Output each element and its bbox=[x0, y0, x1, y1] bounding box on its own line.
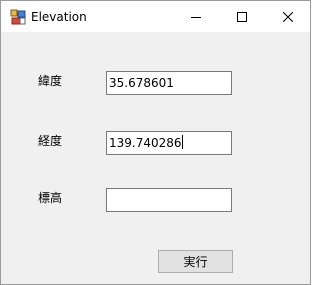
form-client-area: 緯度 35.678601 経度 139.740286 標高 実行 bbox=[1, 32, 310, 284]
maximize-icon bbox=[237, 11, 247, 22]
latitude-field[interactable]: 35.678601 bbox=[106, 71, 232, 95]
close-button[interactable] bbox=[265, 1, 311, 32]
elevation-field[interactable] bbox=[106, 188, 232, 212]
app-icon bbox=[10, 9, 26, 25]
longitude-label: 経度 bbox=[38, 134, 63, 148]
close-icon bbox=[283, 11, 293, 22]
minimize-button[interactable] bbox=[173, 1, 219, 32]
elevation-label: 標高 bbox=[38, 191, 63, 205]
app-window: Elevation 緯度 35.678601 経度 139.740286 標高 … bbox=[0, 0, 311, 285]
execute-button[interactable]: 実行 bbox=[158, 250, 233, 273]
execute-button-label: 実行 bbox=[183, 255, 208, 269]
minimize-icon bbox=[191, 16, 201, 18]
title-bar[interactable]: Elevation bbox=[1, 1, 310, 32]
window-title: Elevation bbox=[31, 10, 87, 24]
latitude-value: 35.678601 bbox=[109, 76, 174, 90]
longitude-value: 139.740286 bbox=[109, 136, 182, 150]
maximize-button[interactable] bbox=[219, 1, 265, 32]
latitude-label: 緯度 bbox=[38, 74, 63, 88]
longitude-field[interactable]: 139.740286 bbox=[106, 131, 232, 155]
text-caret bbox=[181, 135, 183, 149]
